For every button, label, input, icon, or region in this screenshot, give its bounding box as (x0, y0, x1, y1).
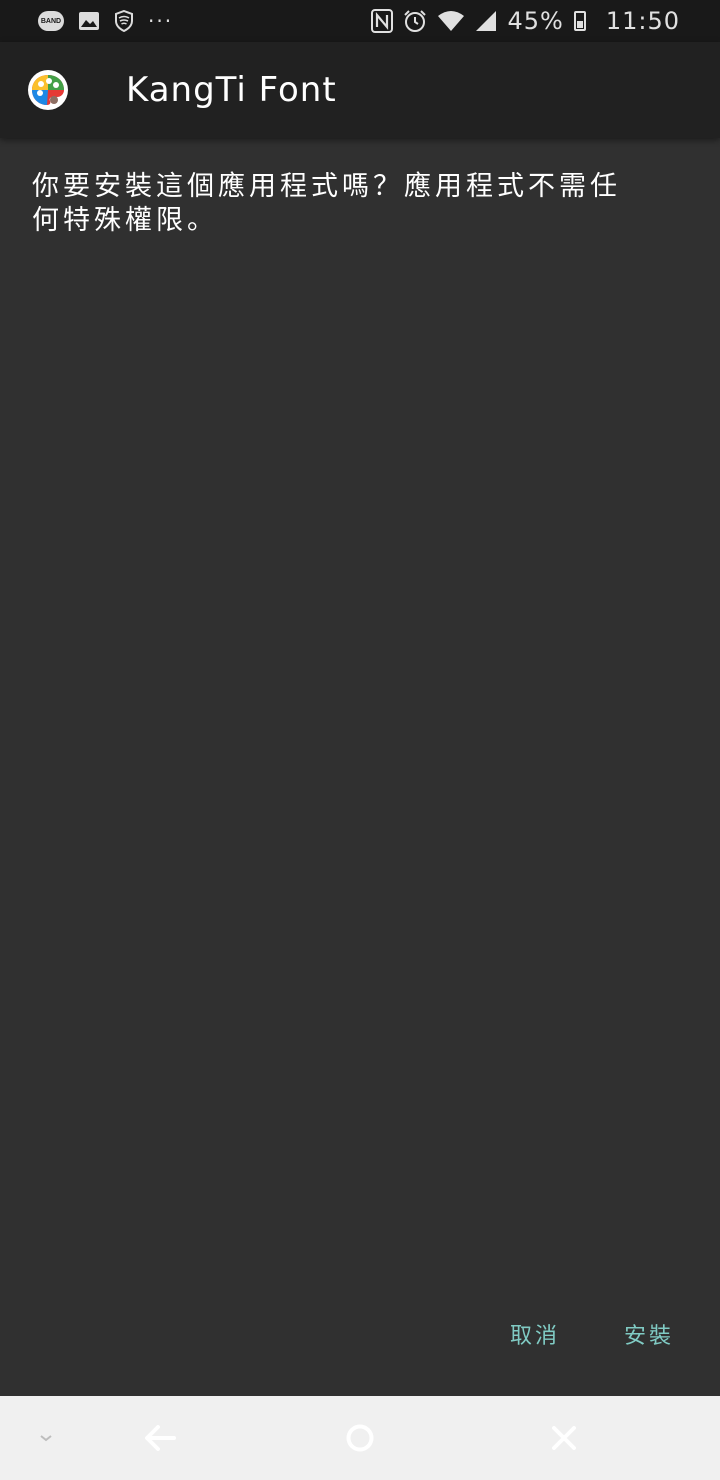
status-bar-system: 45% 11:50 (361, 7, 680, 35)
close-button[interactable] (534, 1396, 594, 1480)
cellular-signal-icon (476, 11, 497, 31)
battery-icon (573, 11, 586, 31)
status-bar-notifications: BAND ··· (38, 9, 187, 33)
battery-percent: 45% (507, 7, 564, 35)
home-button[interactable] (330, 1396, 390, 1480)
back-arrow-icon (145, 1425, 176, 1451)
gallery-icon (79, 12, 99, 30)
install-prompt-message: 你要安裝這個應用程式嗎？應用程式不需任何特殊權限。 (32, 171, 621, 236)
wifi-icon (438, 11, 465, 31)
cancel-button[interactable]: 取消 (510, 1318, 560, 1350)
more-notifications-indicator: ··· (148, 9, 174, 33)
app-title: KangTi Font (126, 70, 337, 110)
install-button[interactable]: 安裝 (624, 1318, 674, 1350)
palette-icon (29, 71, 67, 109)
status-bar: BAND ··· 45% 11:50 (0, 0, 720, 42)
app-bar: KangTi Font (0, 42, 720, 138)
navigation-bar (0, 1396, 720, 1480)
vpn-shield-icon (115, 10, 133, 32)
close-x-icon (552, 1426, 576, 1450)
dialog-actions: 取消 安裝 (510, 1318, 674, 1350)
nfc-icon (371, 9, 394, 33)
band-icon: BAND (38, 11, 64, 31)
home-circle-icon (346, 1424, 374, 1452)
band-icon-label: BAND (40, 17, 62, 25)
alarm-icon (404, 10, 427, 32)
hide-nav-chevron-icon (40, 1435, 52, 1442)
hide-nav-button[interactable] (24, 1396, 68, 1480)
back-button[interactable] (130, 1396, 190, 1480)
palette-app-icon (28, 70, 68, 110)
clock: 11:50 (605, 7, 680, 35)
